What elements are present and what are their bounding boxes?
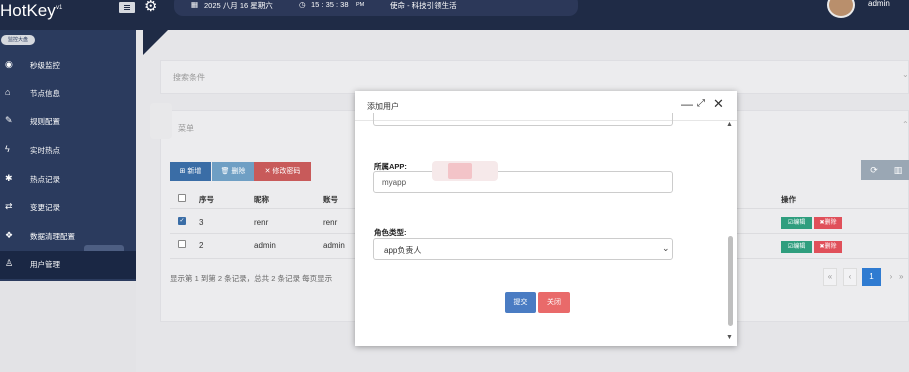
cell-nickname: renr xyxy=(254,218,269,227)
close-button[interactable]: 关闭 xyxy=(538,292,570,313)
sidebar-item-label: 实时热点 xyxy=(30,146,60,155)
edit-button[interactable]: ☑编辑 xyxy=(781,241,812,253)
modal-title: 添加用户 xyxy=(367,102,399,111)
sidebar-item-label: 节点信息 xyxy=(30,89,60,98)
mission-text: 使命 - 科技引领生活 xyxy=(390,1,457,10)
sidebar-item-label: 规则配置 xyxy=(30,117,60,126)
sidebar-item-label: 数据清理配置 xyxy=(30,232,75,241)
sidebar-item-second-monitor[interactable]: ◉ 秒级监控 xyxy=(0,52,136,80)
column-header-actions: 操作 xyxy=(781,195,796,204)
columns-icon[interactable]: ▥ xyxy=(887,160,909,180)
scroll-up-arrow-icon[interactable]: ▲ xyxy=(726,121,733,128)
add-user-modal: 添加用户 — ⤢ ✕ 所属APP: myapp 角色类型: app负责人 ⌄ 提… xyxy=(355,91,737,346)
app-input[interactable] xyxy=(373,171,673,193)
delete-button[interactable]: 🗑 删除 xyxy=(212,162,254,181)
change-password-button[interactable]: ✕ 修改密码 xyxy=(254,162,311,181)
sidebar-item-change-records[interactable]: ⇄ 变更记录 xyxy=(0,194,136,222)
date-text: 2025 八月 16 星期六 xyxy=(204,1,273,10)
user-icon: ♙ xyxy=(5,258,14,268)
delete-button-label: 删除 xyxy=(231,168,246,175)
calendar-icon: ▦ xyxy=(191,0,199,9)
refresh-icon[interactable]: ⟳ xyxy=(861,160,887,180)
cell-index: 3 xyxy=(199,218,204,227)
corner-decoration xyxy=(143,30,168,55)
row-delete-button-label: 删除 xyxy=(824,244,837,250)
row-checkbox[interactable]: ✓ xyxy=(178,217,186,225)
role-select-value: app负责人 xyxy=(384,246,422,255)
cell-index: 2 xyxy=(199,241,204,250)
exchange-icon: ⇄ xyxy=(5,201,13,211)
edit-button-label: 编辑 xyxy=(793,220,806,226)
hamburger-icon[interactable] xyxy=(119,2,135,13)
column-header-nickname[interactable]: 昵称 xyxy=(254,194,269,205)
app-input-value: myapp xyxy=(382,178,407,187)
select-all-checkbox[interactable] xyxy=(178,194,186,202)
pagination-info: 显示第 1 到第 2 条记录，总共 2 条记录 每页显示 xyxy=(170,274,333,283)
row-checkbox[interactable] xyxy=(178,240,186,248)
redaction-blur xyxy=(448,163,472,179)
chevron-down-icon[interactable]: ⌄ xyxy=(902,70,909,79)
time-text: 15 : 35 : 38 xyxy=(311,0,349,9)
sidebar-item-label: 秒级监控 xyxy=(30,61,60,70)
row-delete-button[interactable]: ✖删除 xyxy=(814,241,842,253)
list-panel-title: 菜单 xyxy=(178,124,194,133)
prev-page-button[interactable]: ‹ xyxy=(843,268,857,286)
username[interactable]: admin xyxy=(868,0,890,8)
bolt-icon: ϟ xyxy=(5,144,10,154)
eye-icon: ◉ xyxy=(5,59,13,69)
sidebar-item-hot-records[interactable]: ✱ 热点记录 xyxy=(0,166,136,194)
sidebar-section-badge: 监控大盘 xyxy=(1,35,35,45)
sidebar-item-realtime-hot[interactable]: ϟ 实时热点 xyxy=(0,137,136,165)
search-panel xyxy=(160,60,909,94)
time-suffix: PM xyxy=(356,2,365,8)
sidebar-item-node-info[interactable]: ⌂ 节点信息 xyxy=(0,80,136,108)
scroll-down-arrow-icon[interactable]: ▼ xyxy=(726,334,733,341)
row-delete-button[interactable]: ✖删除 xyxy=(814,217,842,229)
chevron-down-icon[interactable]: ⌄ xyxy=(662,243,670,254)
sidebar-item-rule-config[interactable]: ✎ 规则配置 xyxy=(0,108,136,136)
page-1-button[interactable]: 1 xyxy=(862,268,881,286)
cubes-icon: ❖ xyxy=(5,230,14,240)
snowflake-icon: ✱ xyxy=(5,173,13,183)
sidebar-item-label: 热点记录 xyxy=(30,175,60,184)
close-icon[interactable]: ✕ xyxy=(713,96,724,112)
add-button-label: 新增 xyxy=(187,168,202,175)
search-panel-title[interactable]: 搜索条件 xyxy=(173,72,205,83)
home-icon: ⌂ xyxy=(5,87,11,97)
last-page-button[interactable]: » xyxy=(899,268,909,286)
change-password-button-label: 修改密码 xyxy=(272,168,301,175)
wand-icon: ✎ xyxy=(5,115,13,125)
gear-icon[interactable]: ⚙ xyxy=(144,0,157,15)
submit-button[interactable]: 提交 xyxy=(505,292,536,313)
cell-nickname: admin xyxy=(254,241,276,250)
cell-account: renr xyxy=(323,218,338,227)
redaction-blur xyxy=(150,103,172,139)
previous-field-input[interactable] xyxy=(373,113,673,126)
sidebar-item-label: 用户管理 xyxy=(30,260,60,269)
role-field-label: 角色类型: xyxy=(374,228,407,237)
edit-button[interactable]: ☑编辑 xyxy=(781,217,812,229)
sidebar-footer-space xyxy=(0,281,136,372)
row-delete-button-label: 删除 xyxy=(824,220,837,226)
column-header-index[interactable]: 序号 xyxy=(199,194,214,205)
minimize-icon[interactable]: — xyxy=(681,97,693,111)
column-header-account[interactable]: 账号 xyxy=(323,194,338,205)
sidebar-item-label: 变更记录 xyxy=(30,203,60,212)
chevron-up-icon[interactable]: ⌃ xyxy=(902,120,909,129)
clock-icon: ◷ xyxy=(299,0,306,9)
next-page-button[interactable]: › xyxy=(884,268,898,286)
edit-button-label: 编辑 xyxy=(793,244,806,250)
scrollbar-thumb[interactable] xyxy=(728,236,733,326)
add-button[interactable]: ⊞ 新增 xyxy=(170,162,211,181)
brand-logo[interactable]: HotKey xyxy=(0,1,56,21)
brand-version: v1 xyxy=(56,5,63,11)
maximize-icon[interactable]: ⤢ xyxy=(697,98,705,109)
sidebar-item-user-management[interactable]: ♙ 用户管理 xyxy=(0,251,136,279)
first-page-button[interactable]: « xyxy=(823,268,837,286)
cell-account: admin xyxy=(323,241,345,250)
